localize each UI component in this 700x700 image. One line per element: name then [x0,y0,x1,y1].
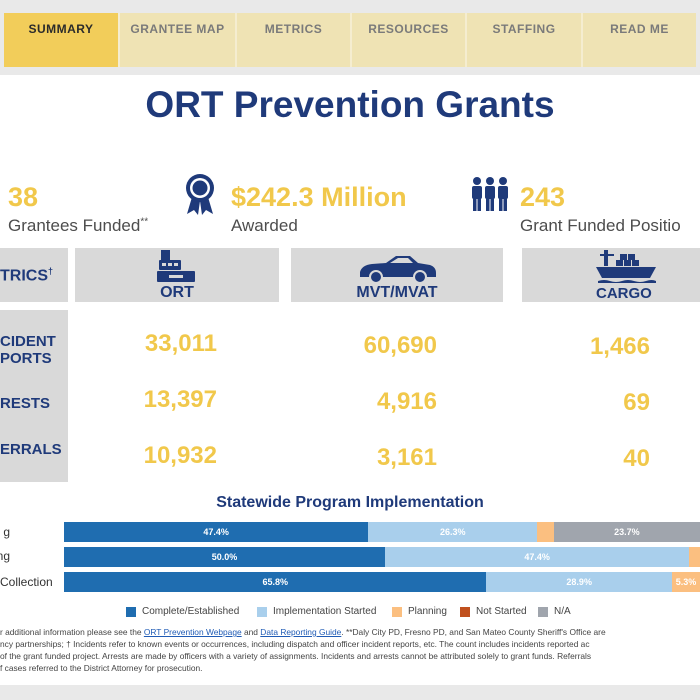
bar-segment: 28.9% [486,572,672,592]
cargo-referrals-value: 40 [623,445,650,472]
grantees-label: Grantees Funded** [8,216,149,235]
cargo-ship-icon [596,248,658,289]
tab-bar: SUMMARY GRANTEE MAP METRICS RESOURCES ST… [0,0,700,75]
footnote-text: r additional information please see the [0,627,144,637]
bar-label-2: ing [0,549,10,563]
page-title: ORT Prevention Grants [145,84,555,125]
column-label-cargo: CARGO [596,285,652,302]
grantees-value: 38 [8,182,39,212]
mvt-incident-value: 60,690 [363,332,437,359]
cash-register-icon [157,250,195,287]
ort-incident-value: 33,011 [144,330,217,357]
footnote-text: . **Daly City PD, Fresno PD, and San Mat… [341,627,606,637]
bar-segment: 65.8% [64,572,487,592]
award-ribbon-icon [183,173,217,220]
cargo-arrests-value: 69 [623,389,650,416]
bar-segment: 26.3% [368,522,538,542]
mvt-arrests-value: 4,916 [376,388,437,415]
implementation-title: Statewide Program Implementation [216,494,484,511]
bar-segment [689,547,700,567]
legend-implementation-started: Implementation Started [257,606,376,617]
bar-segment: 47.4% [64,522,369,542]
people-group-icon [470,176,510,217]
bar-segment: 23.7% [553,522,700,542]
tab-grantee-map[interactable]: GRANTEE MAP [120,13,237,67]
tab-staffing[interactable]: STAFFING [467,13,583,67]
footnote-line-4: f cases referred to the District Attorne… [0,663,203,673]
bottom-strip [0,685,700,700]
tab-summary[interactable]: SUMMARY [4,13,120,67]
legend-swatch [257,606,267,617]
legend-swatch [538,606,548,617]
footnote-line-2: ncy partnerships; † Incidents refer to k… [0,639,590,649]
legend-label: Planning [408,606,447,617]
bar-segment [537,522,554,542]
tab-metrics[interactable]: METRICS [237,13,352,67]
legend-swatch [392,606,402,617]
row-label-referrals: ERRALS [0,441,62,458]
tab-resources[interactable]: RESOURCES [352,13,467,67]
grantees-footnote-mark: ** [140,216,149,228]
bar-label-1: g [3,525,10,539]
footnote-text: and [241,627,261,637]
bar-segment: 5.3% [671,572,700,592]
cargo-incident-value: 1,466 [589,333,650,360]
footnote-line-1: r additional information please see the … [0,626,700,638]
legend-not-started: Not Started [460,606,527,617]
mvt-referrals-value: 3,161 [376,444,437,471]
awarded-label: Awarded [231,216,298,235]
legend-complete: Complete/Established [126,606,239,617]
data-reporting-guide-link[interactable]: Data Reporting Guide [260,627,341,637]
ort-arrests-value: 13,397 [143,386,217,413]
legend-label: Complete/Established [142,606,240,617]
awarded-value: $242.3 Million [231,182,407,212]
bar-label-3: Collection [0,575,53,589]
positions-value: 243 [520,182,566,212]
metrics-footnote-mark: † [48,266,54,276]
positions-label: Grant Funded Positio [520,216,681,235]
ort-prevention-webpage-link[interactable]: ORT Prevention Webpage [144,627,242,637]
legend-label: N/A [554,606,571,617]
legend-swatch [460,606,470,617]
legend-label: Not Started [476,606,527,617]
bar-segment: 47.4% [385,547,690,567]
column-label-mvt: MVT/MVAT [356,284,438,301]
legend-label: Implementation Started [273,606,377,617]
legend-swatch [126,606,136,617]
bar-segment: 50.0% [64,547,385,567]
legend-planning: Planning [392,606,447,617]
footnote-line-3: of the grant funded project. Arrests are… [0,651,592,661]
tab-read-me[interactable]: READ ME [583,13,696,67]
column-label-ort: ORT [160,284,194,301]
row-label-arrests: RESTS [0,395,51,412]
row-label-incident-reports: CIDENT PORTS [0,333,56,367]
footnote: r additional information please see the … [0,626,700,674]
legend-na: N/A [538,606,571,617]
metrics-header-label: TRICS† [0,266,54,285]
ort-referrals-value: 10,932 [143,442,217,469]
